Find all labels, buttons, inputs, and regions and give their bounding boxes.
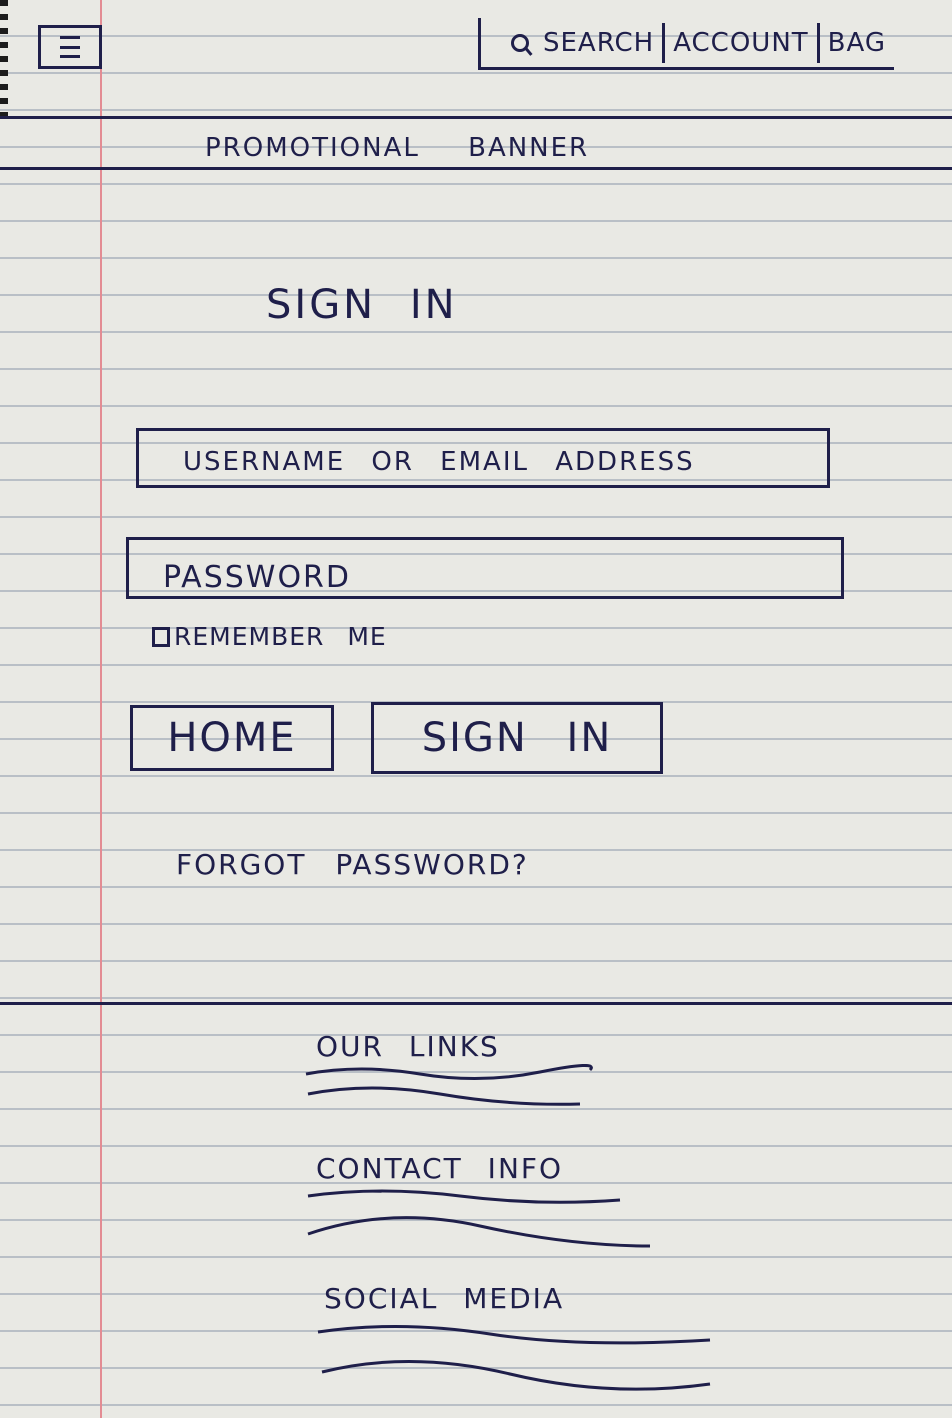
- remember-me-label: REMEMBER ME: [174, 622, 387, 651]
- search-link[interactable]: SEARCH: [493, 28, 662, 58]
- our-links-placeholder-scribble: [305, 1064, 593, 1106]
- bag-link[interactable]: BAG: [820, 28, 894, 58]
- notebook-margin-line: [100, 0, 102, 1418]
- promotional-banner-text: PROMOTIONAL BANNER: [205, 133, 590, 163]
- username-placeholder: USERNAME OR EMAIL ADDRESS: [183, 447, 695, 477]
- promotional-banner[interactable]: PROMOTIONAL BANNER: [0, 116, 952, 170]
- binder-holes: [0, 0, 8, 120]
- contact-info-placeholder-scribble: [307, 1189, 651, 1248]
- hamburger-menu-icon: [60, 36, 80, 58]
- footer-heading-social-media: SOCIAL MEDIA: [324, 1282, 565, 1315]
- home-button[interactable]: HOME: [130, 705, 334, 771]
- account-link[interactable]: ACCOUNT: [665, 28, 816, 58]
- footer-heading-our-links: OUR LINKS: [316, 1030, 500, 1063]
- search-label: SEARCH: [543, 27, 655, 58]
- footer-divider: [0, 1002, 952, 1005]
- sign-in-button[interactable]: SIGN IN: [371, 702, 663, 774]
- remember-me-checkbox[interactable]: [152, 626, 170, 647]
- page-title: SIGN IN: [266, 282, 458, 328]
- top-navigation: SEARCH ACCOUNT BAG: [478, 18, 894, 70]
- password-input[interactable]: PASSWORD: [126, 537, 844, 599]
- forgot-password-link[interactable]: FORGOT PASSWORD?: [176, 848, 529, 881]
- social-media-placeholder-scribble: [317, 1324, 711, 1391]
- footer-heading-contact-info: CONTACT INFO: [316, 1152, 564, 1185]
- search-icon: [511, 33, 529, 52]
- remember-me-option[interactable]: REMEMBER ME: [152, 622, 387, 651]
- password-placeholder: PASSWORD: [163, 560, 352, 595]
- hamburger-menu-button[interactable]: [38, 25, 102, 69]
- username-email-input[interactable]: USERNAME OR EMAIL ADDRESS: [136, 428, 830, 488]
